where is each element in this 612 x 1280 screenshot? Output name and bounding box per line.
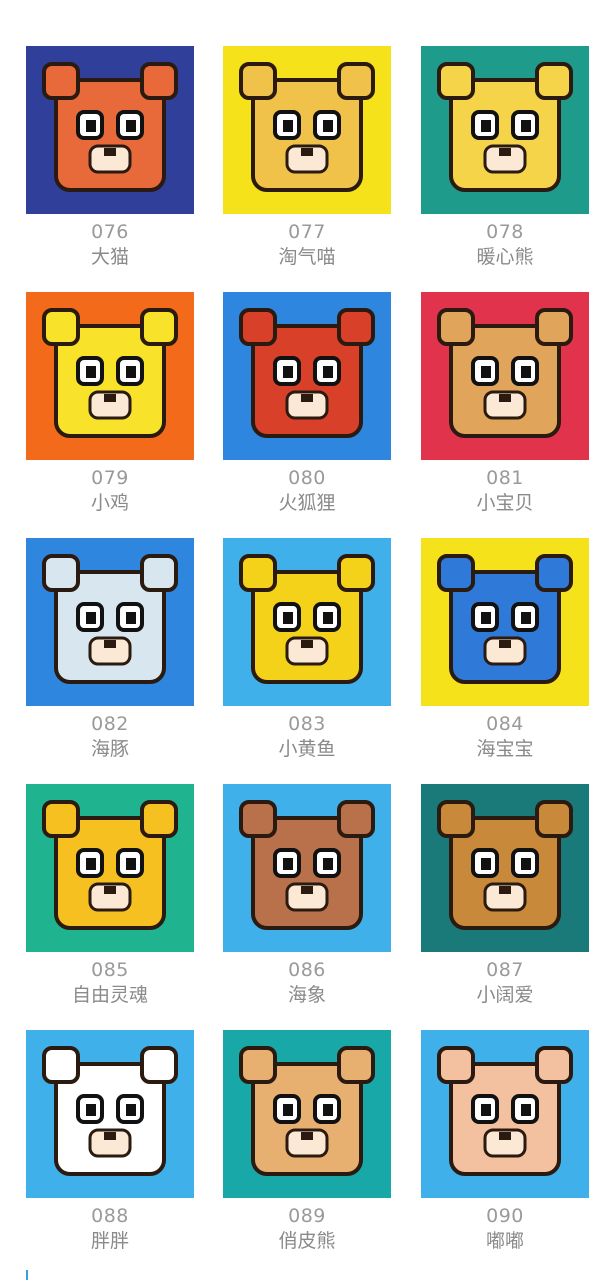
sticker-name: 胖胖: [90, 1230, 129, 1252]
sticker-number: 077: [288, 221, 326, 243]
lion-bear-icon: [223, 1030, 391, 1198]
sticker-name: 小阔爱: [476, 984, 534, 1006]
sticker-name: 嘟嘟: [485, 1230, 524, 1252]
sticker-name: 海豚: [90, 738, 129, 760]
teddy-bear-icon: [421, 292, 589, 460]
dog-face-icon: [421, 784, 589, 952]
sticker-number: 084: [486, 713, 524, 735]
sticker-item[interactable]: 078 暖心熊: [421, 46, 589, 269]
sticker-grid: 076 大猫 077 淘气喵 078 暖心熊 079 小鸡 080 火狐狸 081 小宝贝 082 海豚 0…: [0, 0, 612, 1280]
fox-face-icon: [223, 292, 391, 460]
sticker-name: 淘气喵: [278, 246, 336, 268]
sticker-item[interactable]: 084 海宝宝: [421, 538, 589, 761]
sticker-item[interactable]: 082 海豚: [26, 538, 194, 761]
scroll-indicator: [26, 1270, 28, 1280]
sticker-name: 暖心熊: [476, 246, 534, 268]
sticker-item[interactable]: 076 大猫: [26, 46, 194, 269]
sticker-number: 083: [288, 713, 326, 735]
sticker-item[interactable]: 086 海象: [223, 784, 391, 1007]
bear-face-icon: [421, 46, 589, 214]
hippo-icon: [421, 538, 589, 706]
panda-face-icon: [26, 1030, 194, 1198]
sticker-number: 089: [288, 1205, 326, 1227]
sticker-number: 081: [486, 467, 524, 489]
sticker-number: 090: [486, 1205, 524, 1227]
dolphin-icon: [26, 538, 194, 706]
sticker-number: 080: [288, 467, 326, 489]
sticker-number: 078: [486, 221, 524, 243]
sticker-name: 大猫: [90, 246, 129, 268]
sticker-item[interactable]: 089 俏皮熊: [223, 1030, 391, 1253]
sticker-number: 079: [91, 467, 129, 489]
sticker-number: 082: [91, 713, 129, 735]
sticker-name: 小宝贝: [476, 492, 534, 514]
sticker-name: 火狐狸: [278, 492, 336, 514]
sticker-item[interactable]: 080 火狐狸: [223, 292, 391, 515]
sticker-name: 小鸡: [90, 492, 129, 514]
sticker-item[interactable]: 081 小宝贝: [421, 292, 589, 515]
sticker-number: 087: [486, 959, 524, 981]
yellow-fish-icon: [223, 538, 391, 706]
sticker-item[interactable]: 088 胖胖: [26, 1030, 194, 1253]
sticker-name: 海宝宝: [476, 738, 534, 760]
chick-icon: [26, 292, 194, 460]
tiger-face-icon: [26, 46, 194, 214]
baby-face-icon: [421, 1030, 589, 1198]
sticker-name: 俏皮熊: [278, 1230, 336, 1252]
walrus-icon: [223, 784, 391, 952]
sticker-name: 自由灵魂: [71, 984, 148, 1006]
sticker-item[interactable]: 085 自由灵魂: [26, 784, 194, 1007]
sticker-number: 088: [91, 1205, 129, 1227]
sticker-number: 085: [91, 959, 129, 981]
sticker-number: 086: [288, 959, 326, 981]
sticker-item[interactable]: 083 小黄鱼: [223, 538, 391, 761]
sticker-item[interactable]: 090 嘟嘟: [421, 1030, 589, 1253]
sticker-item[interactable]: 077 淘气喵: [223, 46, 391, 269]
sticker-name: 小黄鱼: [278, 738, 336, 760]
sticker-number: 076: [91, 221, 129, 243]
cat-face-icon: [223, 46, 391, 214]
sticker-item[interactable]: 087 小阔爱: [421, 784, 589, 1007]
fish-whale-icon: [26, 784, 194, 952]
sticker-name: 海象: [287, 984, 326, 1006]
sticker-item[interactable]: 079 小鸡: [26, 292, 194, 515]
